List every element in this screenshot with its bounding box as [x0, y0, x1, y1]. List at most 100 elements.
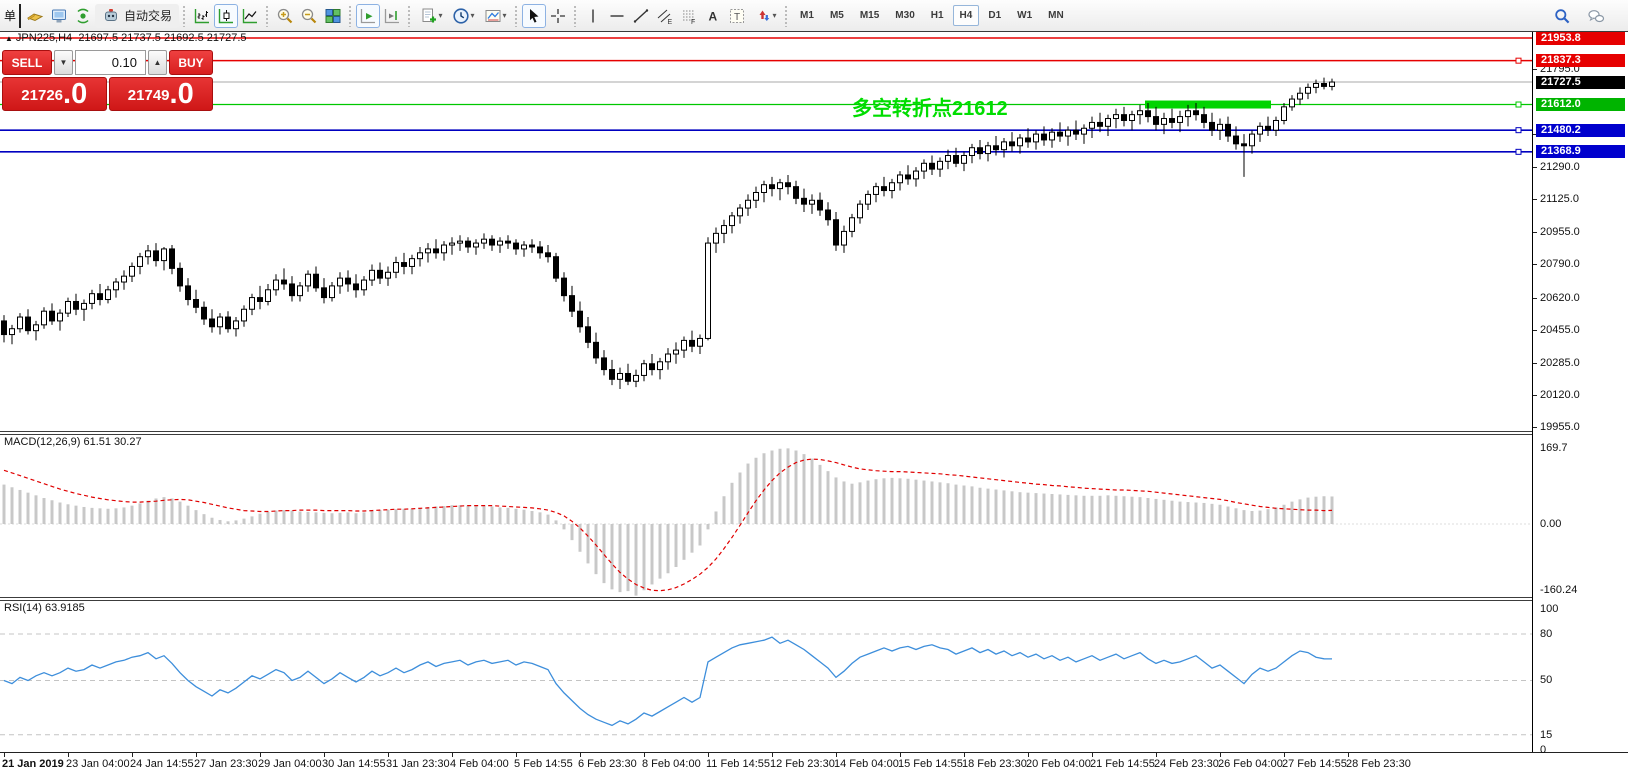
timeframe-button-m30[interactable]: M30 [888, 5, 921, 26]
timeframe-button-h4[interactable]: H4 [953, 5, 980, 26]
buy-button[interactable]: BUY [169, 50, 213, 75]
candle-body [34, 325, 39, 331]
toolbar-separator [348, 5, 353, 27]
sell-price-display[interactable]: 21726.0 [2, 77, 107, 111]
time-axis-tick [1284, 753, 1285, 757]
cursor-icon[interactable] [522, 4, 546, 28]
time-axis-label: 29 Jan 04:00 [258, 758, 322, 770]
vertical-line-icon[interactable] [581, 4, 605, 28]
crosshair-icon[interactable] [546, 4, 570, 28]
candle-body [1298, 93, 1303, 99]
tile-windows-icon[interactable] [321, 4, 345, 28]
horizontal-line-icon[interactable] [605, 4, 629, 28]
autotrading-button[interactable]: 自动交易 [95, 4, 179, 28]
timeframe-button-mn[interactable]: MN [1041, 5, 1071, 26]
support-resistance-zone[interactable] [1145, 101, 1271, 109]
candle-body [434, 249, 439, 253]
volume-decrease-button[interactable]: ▼ [54, 50, 73, 75]
pane-separator[interactable] [0, 597, 1628, 601]
fibonacci-icon[interactable] [677, 4, 701, 28]
chart-shift-icon[interactable] [380, 4, 404, 28]
line-chart-icon[interactable] [238, 4, 262, 28]
candle-body [402, 263, 407, 267]
terminal-icon[interactable] [47, 4, 71, 28]
candle-body [530, 245, 535, 247]
candle-chart-icon[interactable] [214, 4, 238, 28]
text-icon[interactable] [701, 4, 725, 28]
timeframe-button-d1[interactable]: D1 [981, 5, 1008, 26]
price-tick-label: 20455.0 [1540, 324, 1580, 336]
arrows-icon[interactable]: ▾ [749, 4, 781, 28]
timeframe-button-m5[interactable]: M5 [823, 5, 851, 26]
candle-body [1274, 120, 1279, 130]
candle-body [338, 278, 343, 286]
line-handle[interactable] [1516, 149, 1521, 154]
mt4-trading-window: 单 自动交易▾▾▾▾M1M5M15M30H1H4D1W1MN ▲JPN225,H… [0, 0, 1628, 776]
volume-increase-button[interactable]: ▲ [148, 50, 167, 75]
candle-body [1178, 117, 1183, 123]
periods-icon[interactable]: ▾ [447, 4, 479, 28]
chat-icon[interactable] [1584, 4, 1608, 28]
volume-input[interactable] [75, 50, 146, 75]
pane-separator[interactable] [0, 431, 1628, 435]
candle-body [178, 268, 183, 286]
timeframe-button-m15[interactable]: M15 [853, 5, 886, 26]
candle-body [26, 317, 31, 331]
price-badge: 21612.0 [1536, 98, 1625, 111]
timeframe-button-h1[interactable]: H1 [924, 5, 951, 26]
one-click-trading-panel: SELL ▼ ▲ BUY 21726.0 21749.0 [2, 50, 213, 111]
line-handle[interactable] [1516, 128, 1521, 133]
timeframe-button-w1[interactable]: W1 [1010, 5, 1039, 26]
search-icon[interactable] [1550, 4, 1574, 28]
zoom-in-icon[interactable] [273, 4, 297, 28]
candle-body [866, 194, 871, 204]
candle-body [634, 375, 639, 381]
candle-body [666, 354, 671, 362]
time-axis-tick [324, 753, 325, 757]
line-handle[interactable] [1516, 102, 1521, 107]
candle-body [474, 243, 479, 247]
candle-body [250, 298, 255, 310]
toolbar-separator [514, 5, 519, 27]
candle-body [274, 280, 279, 290]
time-axis-tick [1348, 753, 1349, 757]
zoom-out-icon[interactable] [297, 4, 321, 28]
buy-price-display[interactable]: 21749.0 [109, 77, 214, 111]
trendline-icon[interactable] [629, 4, 653, 28]
equidistant-channel-icon[interactable] [653, 4, 677, 28]
new-chart-icon[interactable]: ▾ [415, 4, 447, 28]
candle-body [1242, 144, 1247, 146]
price-axis[interactable]: ▲ 21795.021460.021290.021125.020955.0207… [1532, 32, 1628, 752]
time-axis[interactable]: 21 Jan 201923 Jan 04:0024 Jan 14:5527 Ja… [0, 752, 1628, 776]
candle-body [802, 198, 807, 204]
time-axis-label: 21 Jan 2019 [2, 758, 64, 770]
text-label-icon[interactable] [725, 4, 749, 28]
candle-body [762, 185, 767, 193]
candle-body [58, 313, 63, 321]
bar-chart-icon[interactable] [190, 4, 214, 28]
candle-body [1290, 99, 1295, 107]
expand-arrow-icon[interactable]: ▲ [5, 34, 13, 43]
rsi-indicator-canvas[interactable] [0, 601, 1532, 752]
candle-body [746, 200, 751, 208]
axis-tick [1533, 232, 1537, 233]
toolbar-separator [182, 5, 187, 27]
order-gold-icon[interactable] [23, 4, 47, 28]
macd-indicator-label: MACD(12,26,9) 61.51 30.27 [4, 436, 142, 448]
macd-indicator-canvas[interactable] [0, 435, 1532, 597]
candle-body [1226, 124, 1231, 136]
chart-ohlc-values: 21697.5 21737.5 21692.5 21727.5 [78, 32, 246, 44]
axis-tick [1533, 264, 1537, 265]
timeframe-button-m1[interactable]: M1 [793, 5, 821, 26]
candle-body [154, 251, 159, 261]
time-axis-tick [1220, 753, 1221, 757]
auto-scroll-icon[interactable] [356, 4, 380, 28]
candle-body [730, 216, 735, 226]
templates-icon[interactable]: ▾ [479, 4, 511, 28]
line-handle[interactable] [1516, 58, 1521, 63]
new-order-partial-button[interactable]: 单 [4, 4, 21, 28]
main-chart-canvas[interactable]: 多空转折点21612 [0, 33, 1532, 431]
candle-body [1050, 132, 1055, 140]
signals-icon[interactable] [71, 4, 95, 28]
sell-button[interactable]: SELL [2, 50, 52, 75]
